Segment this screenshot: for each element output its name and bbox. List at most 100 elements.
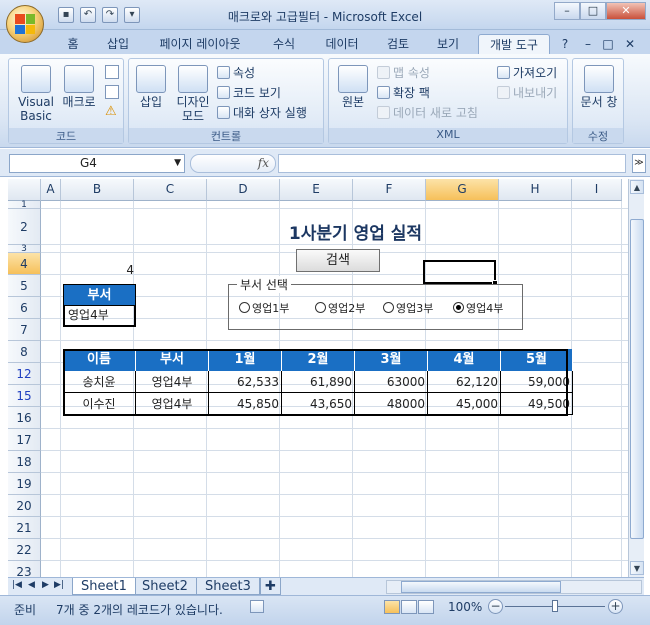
- table-cell[interactable]: 61,890: [282, 371, 355, 393]
- radio-dept-4[interactable]: 영업4부: [453, 300, 503, 316]
- table-cell[interactable]: 45,850: [209, 393, 282, 415]
- row-header-12[interactable]: 12: [8, 363, 41, 385]
- tab-insert[interactable]: 삽입: [98, 34, 138, 54]
- row-header-18[interactable]: 18: [8, 451, 41, 473]
- document-panel-button[interactable]: 문서 창: [577, 65, 621, 109]
- horizontal-scrollbar[interactable]: [386, 580, 642, 594]
- export-button[interactable]: 내보내기: [497, 85, 557, 101]
- macro-button[interactable]: 매크로: [61, 65, 97, 109]
- table-header-cell[interactable]: 2월: [282, 349, 355, 371]
- selected-cell[interactable]: [423, 260, 498, 286]
- design-mode-button[interactable]: 디자인 모드: [173, 65, 213, 123]
- zoom-slider-thumb[interactable]: [552, 600, 558, 612]
- normal-view-icon[interactable]: [384, 600, 400, 614]
- next-sheet-icon[interactable]: ▶: [42, 580, 49, 590]
- horizontal-scroll-thumb[interactable]: [401, 581, 561, 593]
- insert-sheet-icon[interactable]: ✚: [260, 578, 281, 595]
- expand-formula-bar-icon[interactable]: ≫: [632, 154, 646, 173]
- map-properties-button[interactable]: 맵 속성: [377, 65, 430, 81]
- row-header-7[interactable]: 7: [8, 319, 41, 341]
- visual-basic-button[interactable]: Visual Basic: [13, 65, 59, 123]
- row-header-21[interactable]: 21: [8, 517, 41, 539]
- row-header-6[interactable]: 6: [8, 297, 41, 319]
- run-dialog-button[interactable]: 대화 상자 실행: [217, 105, 307, 121]
- radio-dept-1[interactable]: 영업1부: [239, 300, 289, 316]
- row-header-1[interactable]: 1: [8, 201, 41, 210]
- table-cell[interactable]: 63000: [355, 371, 428, 393]
- radio-dept-2[interactable]: 영업2부: [315, 300, 365, 316]
- radio-dept-3[interactable]: 영업3부: [383, 300, 433, 316]
- column-header-c[interactable]: C: [134, 179, 207, 201]
- table-cell[interactable]: 62,120: [428, 371, 501, 393]
- table-header-cell[interactable]: 4월: [428, 349, 501, 371]
- table-cell[interactable]: 영업4부: [136, 371, 209, 393]
- row-header-8[interactable]: 8: [8, 341, 41, 363]
- zoom-level[interactable]: 100%: [448, 600, 482, 614]
- table-cell[interactable]: 43,650: [282, 393, 355, 415]
- maximize-button[interactable]: □: [580, 2, 606, 20]
- table-header-cell[interactable]: 5월: [501, 349, 573, 371]
- column-header-f[interactable]: F: [353, 179, 426, 201]
- tab-page-layout[interactable]: 페이지 레이아웃: [148, 34, 252, 54]
- close-button[interactable]: ✕: [606, 2, 646, 20]
- vertical-scrollbar[interactable]: ▲ ▼: [628, 179, 644, 577]
- tab-home[interactable]: 홈: [58, 34, 88, 54]
- row-header-5[interactable]: 5: [8, 275, 41, 297]
- tab-formulas[interactable]: 수식: [262, 34, 306, 54]
- table-cell[interactable]: 45,000: [428, 393, 501, 415]
- ribbon-close-button[interactable]: ✕: [622, 34, 638, 54]
- tab-data[interactable]: 데이터: [316, 34, 368, 54]
- criteria-value[interactable]: 영업4부: [63, 306, 136, 327]
- table-cell[interactable]: 영업4부: [136, 393, 209, 415]
- row-header-19[interactable]: 19: [8, 473, 41, 495]
- column-header-e[interactable]: E: [280, 179, 353, 201]
- page-break-view-icon[interactable]: [418, 600, 434, 614]
- record-macro-icon[interactable]: [105, 65, 119, 79]
- table-cell[interactable]: 48000: [355, 393, 428, 415]
- expansion-packs-button[interactable]: 확장 팩: [377, 85, 430, 101]
- search-button[interactable]: 검색: [296, 249, 380, 272]
- row-header-17[interactable]: 17: [8, 429, 41, 451]
- worksheet-grid[interactable]: ABCDEFGHI 1 2 3 4 5 6 7 8 12 15 16 17 18 19 20 21 22 23 1…: [8, 179, 628, 577]
- row-header-23[interactable]: 23: [8, 561, 41, 577]
- zoom-out-icon[interactable]: −: [488, 599, 503, 614]
- row-header-15[interactable]: 15: [8, 385, 41, 407]
- column-header-g[interactable]: G: [426, 179, 499, 201]
- table-header-cell[interactable]: 부서: [136, 349, 209, 371]
- column-header-b[interactable]: B: [61, 179, 134, 201]
- insert-control-button[interactable]: 삽입: [133, 65, 169, 109]
- column-header-i[interactable]: I: [572, 179, 622, 201]
- help-icon[interactable]: ?: [556, 34, 574, 54]
- sheet-tab-1[interactable]: Sheet1: [72, 578, 136, 595]
- sheet-tab-3[interactable]: Sheet3: [196, 578, 260, 595]
- macro-security-icon[interactable]: ⚠: [105, 105, 119, 119]
- scroll-up-icon[interactable]: ▲: [630, 180, 644, 194]
- select-all-corner[interactable]: [8, 179, 41, 201]
- ribbon-minimize-button[interactable]: –: [580, 34, 596, 54]
- macro-record-icon[interactable]: [250, 600, 264, 613]
- tab-developer[interactable]: 개발 도구: [478, 34, 550, 54]
- chevron-down-icon[interactable]: ▼: [174, 155, 181, 172]
- tab-view[interactable]: 보기: [426, 34, 470, 54]
- row-header-3[interactable]: 3: [8, 245, 41, 254]
- table-cell[interactable]: 62,533: [209, 371, 282, 393]
- column-header-d[interactable]: D: [207, 179, 280, 201]
- table-header-cell[interactable]: 1월: [209, 349, 282, 371]
- table-cell[interactable]: 이수진: [63, 393, 136, 415]
- office-button[interactable]: [6, 5, 44, 43]
- zoom-in-icon[interactable]: +: [608, 599, 623, 614]
- column-header-a[interactable]: A: [41, 179, 61, 201]
- name-box[interactable]: G4 ▼: [9, 154, 185, 173]
- table-header-cell[interactable]: 3월: [355, 349, 428, 371]
- table-cell[interactable]: 59,000: [501, 371, 573, 393]
- properties-button[interactable]: 속성: [217, 65, 255, 81]
- refresh-data-button[interactable]: 데이터 새로 고침: [377, 105, 478, 121]
- prev-sheet-icon[interactable]: ◀: [28, 580, 35, 590]
- column-header-h[interactable]: H: [499, 179, 572, 201]
- row-header-20[interactable]: 20: [8, 495, 41, 517]
- last-sheet-icon[interactable]: ▶|: [54, 580, 64, 590]
- formula-input[interactable]: [278, 154, 626, 173]
- sheet-tab-2[interactable]: Sheet2: [133, 578, 197, 595]
- row-header-16[interactable]: 16: [8, 407, 41, 429]
- first-sheet-icon[interactable]: |◀: [12, 580, 22, 590]
